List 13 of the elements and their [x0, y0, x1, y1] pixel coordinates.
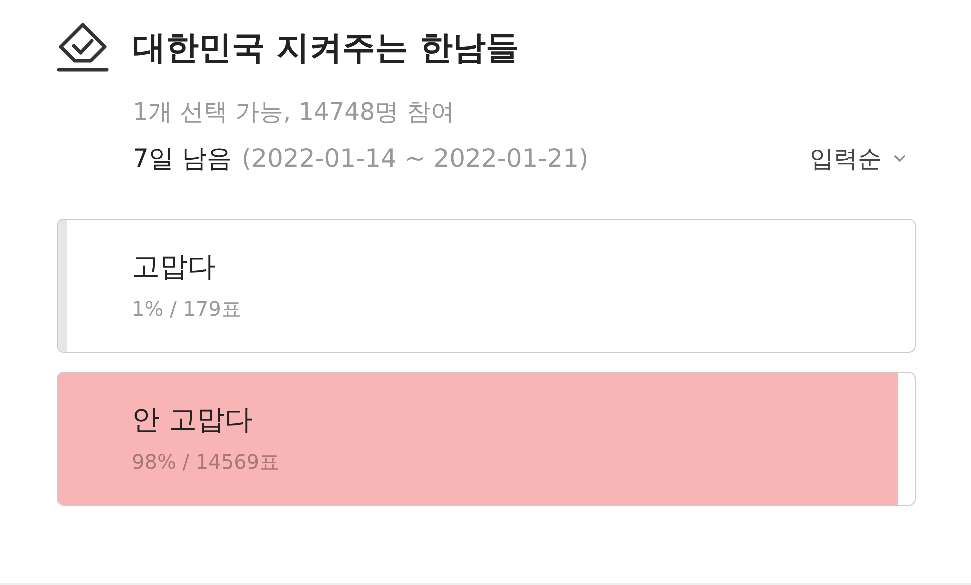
remaining-days: 7일 남음 — [133, 144, 232, 173]
vote-stats: 1% / 179표 — [132, 296, 242, 323]
poll-option[interactable]: 고맙다 1% / 179표 — [57, 219, 916, 353]
poll-option[interactable]: 안 고맙다 98% / 14569표 — [57, 372, 916, 506]
chevron-down-icon — [894, 154, 906, 162]
poll-title: 대한민국 지켜주는 한남들 — [133, 26, 519, 68]
option-label: 고맙다 — [132, 249, 217, 285]
poll-info: 1개 선택 가능, 14748명 참여 — [133, 97, 456, 128]
sort-dropdown[interactable]: 입력순 — [810, 142, 916, 174]
poll-period: (2022-01-14 ~ 2022-01-21) — [242, 144, 589, 173]
ballot-check-icon — [55, 22, 111, 74]
vote-stats: 98% / 14569표 — [132, 449, 281, 476]
option-label: 안 고맙다 — [132, 402, 254, 438]
